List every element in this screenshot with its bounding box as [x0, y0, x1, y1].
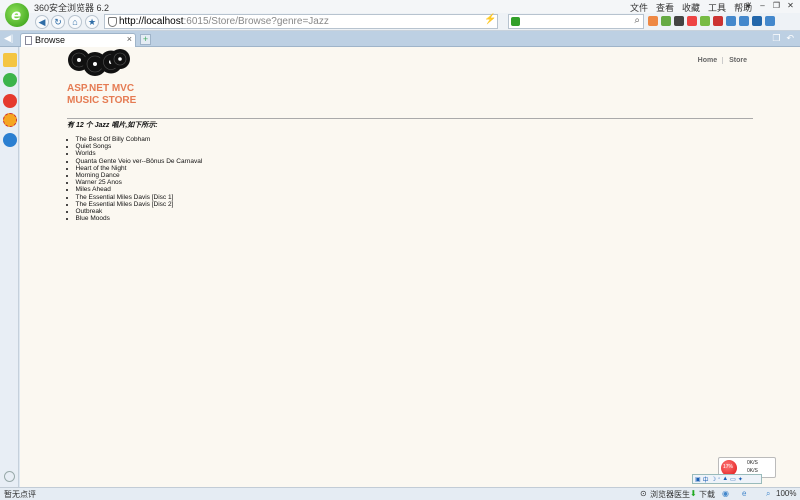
- status-bar: 暂无点评 ⊙ 浏览器医生 ⬇ 下载 ◉ e ⌕ 100%: [0, 487, 800, 500]
- download-arrow-icon[interactable]: ⬇: [690, 489, 697, 498]
- album-item[interactable]: Blue Moods: [66, 215, 202, 222]
- album-item[interactable]: Warner 25 Anos: [66, 179, 202, 186]
- title-bar: 360安全浏览器 6.2 文件 查看 收藏 工具 帮助 ❦ – ❐ ✕: [0, 0, 800, 13]
- tab-bar-tools: ❐ ↶: [772, 33, 794, 44]
- screenshot-sidebar-icon[interactable]: [3, 113, 17, 127]
- status-download[interactable]: 下载: [699, 489, 715, 500]
- window-controls: ❦ – ❐ ✕: [743, 0, 796, 11]
- store-title[interactable]: ASP.NET MVC MUSIC STORE: [67, 83, 136, 107]
- store-title-line1: ASP.NET MVC: [67, 83, 135, 94]
- address-path: :6015/Store/Browse?genre=Jazz: [183, 16, 329, 27]
- weibo-sidebar-icon[interactable]: [3, 94, 17, 108]
- new-tab-button[interactable]: +: [140, 34, 151, 45]
- skin-icon[interactable]: ❦: [743, 0, 754, 11]
- page-content: ASP.NET MVC MUSIC STORE Home Store 有 12 …: [20, 47, 800, 487]
- address-bar[interactable]: http://localhost:6015/Store/Browse?genre…: [104, 14, 498, 29]
- back-icon[interactable]: ◀: [35, 15, 49, 29]
- gear-icon[interactable]: [4, 471, 15, 482]
- key-icon[interactable]: [752, 16, 762, 26]
- shield-360-icon[interactable]: [700, 16, 710, 26]
- search-engine-icon[interactable]: [511, 17, 520, 26]
- album-item[interactable]: Miles Ahead: [66, 186, 202, 193]
- ie-mode-icon[interactable]: e: [742, 489, 746, 498]
- navigation-toolbar: ◀ ↻ ⌂ ★ http://localhost:6015/Store/Brow…: [0, 13, 800, 31]
- undo-close-icon[interactable]: ↶: [786, 33, 794, 44]
- tab-bar: ◀| Browse × + ❐ ↶: [0, 31, 800, 47]
- screenshot-icon[interactable]: [726, 16, 736, 26]
- album-item[interactable]: Worlds: [66, 150, 202, 157]
- album-list: The Best Of Billy Cobham Quiet Songs Wor…: [66, 136, 203, 222]
- album-item[interactable]: The Essential Miles Davis [Disc 2]: [66, 201, 202, 208]
- weibo-icon[interactable]: [687, 16, 697, 26]
- album-item[interactable]: Quanta Gente Veio ver--Bônus De Carnaval: [66, 158, 203, 165]
- mail-icon[interactable]: [713, 16, 723, 26]
- refresh-icon[interactable]: ↻: [51, 15, 65, 29]
- ime-keyboard-icon[interactable]: ▭: [730, 476, 736, 483]
- divider: [67, 118, 753, 119]
- ime-user-icon[interactable]: ▲: [722, 476, 728, 482]
- upload-speed: 0K/S: [747, 460, 758, 466]
- toolbar-extensions: [648, 16, 775, 26]
- nav-home-link[interactable]: Home: [692, 57, 722, 64]
- album-item[interactable]: Morning Dance: [66, 172, 202, 179]
- close-window-button[interactable]: ✕: [785, 0, 796, 11]
- app-sidebar-icon[interactable]: [3, 133, 17, 147]
- status-comment[interactable]: 暂无点评: [4, 489, 36, 500]
- store-title-line2: MUSIC STORE: [67, 95, 137, 106]
- genre-heading: 有 12 个 Jazz 唱片,如下所示:: [67, 122, 158, 129]
- status-zoom[interactable]: 100%: [776, 489, 796, 498]
- album-item[interactable]: The Best Of Billy Cobham: [66, 136, 202, 143]
- ime-chinese-icon[interactable]: 中: [703, 475, 709, 484]
- search-icon[interactable]: ⌕: [634, 15, 640, 26]
- site-nav: Home Store: [692, 57, 752, 64]
- browser-doctor-icon[interactable]: ⊙: [640, 489, 647, 498]
- minimize-button[interactable]: –: [757, 0, 768, 11]
- sidebar: [0, 47, 19, 487]
- favorites-star-icon[interactable]: [3, 53, 17, 67]
- page-icon: [25, 36, 32, 45]
- maximize-button[interactable]: ❐: [771, 0, 782, 11]
- browser-logo-icon[interactable]: e: [5, 3, 29, 27]
- speed-percent: 17%: [723, 464, 734, 470]
- status-doctor[interactable]: 浏览器医生: [650, 489, 690, 500]
- album-item[interactable]: Outbreak: [66, 208, 202, 215]
- address-host: http://localhost: [119, 16, 184, 27]
- search-box[interactable]: ⌕: [508, 14, 644, 29]
- nav-store-link[interactable]: Store: [722, 57, 752, 64]
- album-item[interactable]: Quiet Songs: [66, 143, 202, 150]
- tab-label: Browse: [35, 35, 66, 45]
- history-clock-icon[interactable]: [3, 73, 17, 87]
- plugin-icon[interactable]: [661, 16, 671, 26]
- ime-moon-icon[interactable]: ☽: [711, 476, 716, 483]
- ime-logo-icon[interactable]: ▣: [695, 476, 701, 483]
- user-icon[interactable]: [765, 16, 775, 26]
- network-icon[interactable]: ◉: [722, 489, 729, 498]
- apps-icon[interactable]: [648, 16, 658, 26]
- favorite-star-icon[interactable]: ★: [85, 15, 99, 29]
- home-icon[interactable]: ⌂: [68, 15, 82, 29]
- tab-browse[interactable]: Browse ×: [20, 33, 136, 47]
- ime-toolbar[interactable]: ▣ 中 ☽ ◦ ▲ ▭ ✦: [692, 474, 762, 484]
- tab-list-icon[interactable]: ❐: [772, 33, 780, 44]
- zoom-icon[interactable]: ⌕: [766, 489, 770, 499]
- speed-mode-icon[interactable]: ⚡: [484, 14, 496, 25]
- album-item[interactable]: The Essential Miles Davis [Disc 1]: [66, 194, 202, 201]
- security-shield-icon: [108, 17, 117, 27]
- ime-punct-icon[interactable]: ◦: [718, 476, 720, 482]
- sidebar-toggle-icon[interactable]: ◀|: [4, 33, 13, 44]
- address-text: http://localhost:6015/Store/Browse?genre…: [119, 16, 329, 27]
- vinyl-records-logo: [68, 49, 130, 76]
- translate-icon[interactable]: [739, 16, 749, 26]
- album-item[interactable]: Heart of the Night: [66, 165, 202, 172]
- tab-close-icon[interactable]: ×: [127, 34, 132, 44]
- x-extension-icon[interactable]: [674, 16, 684, 26]
- ime-tools-icon[interactable]: ✦: [738, 476, 743, 483]
